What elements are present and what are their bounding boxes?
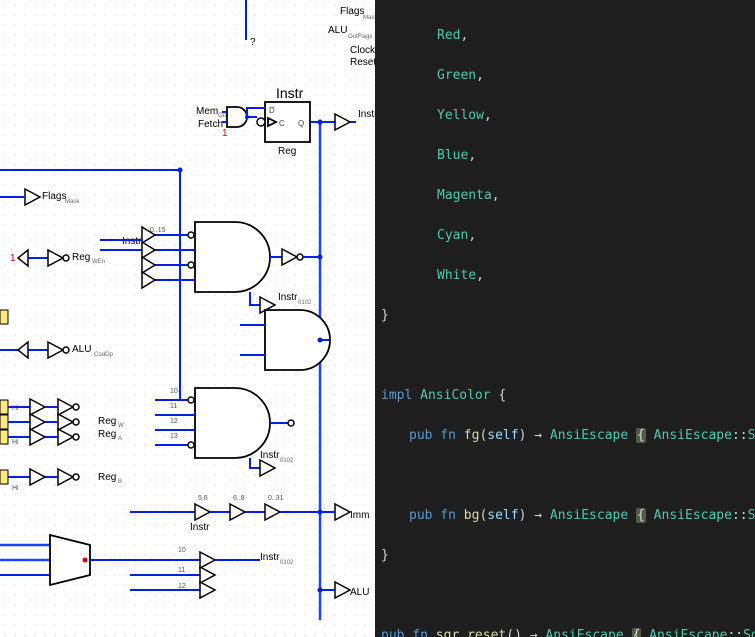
label-flags-top: Flags xyxy=(340,6,364,17)
code-line: Blue, xyxy=(381,146,755,166)
instr-lower: Instr xyxy=(190,522,210,533)
code-line: pub fn fg(self) → AnsiEscape { AnsiEscap… xyxy=(381,426,755,446)
rega-label: Reg xyxy=(98,429,116,440)
code-line xyxy=(381,346,755,366)
code-line: } xyxy=(381,306,755,326)
large-and-gate-3[interactable] xyxy=(195,388,270,458)
inverter-alucodop[interactable] xyxy=(48,342,63,358)
buffer-instr-out[interactable] xyxy=(335,114,350,130)
code-line: Green, xyxy=(381,66,755,86)
inverter-regwen[interactable] xyxy=(48,250,63,266)
bits-68: 6..8 xyxy=(233,495,245,502)
regb-label: Reg xyxy=(98,472,116,483)
instr0102-b-sub: 0102 xyxy=(280,458,294,464)
regwen-label: Reg xyxy=(72,252,90,263)
label-flags-top-sub: Mask xyxy=(363,15,375,21)
buf-instr-1[interactable] xyxy=(195,504,210,520)
alu-tag: ALU xyxy=(350,587,369,598)
alucodop-sub: CodOp xyxy=(94,352,114,358)
instr-lbl-a: Instr xyxy=(122,236,142,247)
circuit-svg[interactable]: Flags Mask ALU OutFlags Clock Reset ? In… xyxy=(0,0,375,637)
label-alu-outflags-sub: OutFlags xyxy=(348,34,372,40)
regb-sub: B xyxy=(118,479,122,485)
imm-label: Imm xyxy=(350,510,369,521)
bits-12: 12 xyxy=(170,418,178,425)
pin-hi-1[interactable] xyxy=(0,415,8,429)
code-line: Cyan, xyxy=(381,226,755,246)
circuit-diagram-panel[interactable]: Flags Mask ALU OutFlags Clock Reset ? In… xyxy=(0,0,375,637)
pin-hi-2[interactable] xyxy=(0,430,8,444)
buf-instr-3[interactable] xyxy=(265,504,280,520)
large-and-gate-1[interactable] xyxy=(195,222,270,292)
reg-label-under: Reg xyxy=(278,146,296,157)
inverter-after-and1[interactable] xyxy=(282,249,297,265)
pin-hi-0[interactable] xyxy=(0,400,8,414)
fetch-label: Fetch xyxy=(198,119,223,130)
d-pin: D xyxy=(269,106,275,115)
buffer-instr0102-b[interactable] xyxy=(260,460,275,476)
regw-sub: W xyxy=(118,423,124,429)
code-line: pub fn sgr_reset() → AnsiEscape { AnsiEs… xyxy=(381,626,755,637)
pin-regb[interactable] xyxy=(0,470,8,484)
bits-10: 10 xyxy=(170,388,178,395)
regw-label: Reg xyxy=(98,416,116,427)
bits-10b: 10 xyxy=(178,547,186,554)
and-gate-small-top[interactable] xyxy=(227,107,247,127)
buffer-flagsmask[interactable] xyxy=(25,189,40,205)
regwen-sub: WEn xyxy=(92,259,105,265)
memout-label: Mem xyxy=(196,106,218,117)
rega-sub: A xyxy=(118,436,122,442)
label-reset: Reset xyxy=(350,57,375,68)
instr0102-b: Instr xyxy=(260,450,280,461)
code-line xyxy=(381,466,755,486)
code-line: Magenta, xyxy=(381,186,755,206)
code-editor-panel[interactable]: Red, Green, Yellow, Blue, Magenta, Cyan,… xyxy=(375,0,755,637)
code-line: White, xyxy=(381,266,755,286)
code-line: } xyxy=(381,546,755,566)
buf-instr-2[interactable] xyxy=(230,504,245,520)
tri-regwen-in[interactable] xyxy=(18,250,28,266)
hi0102-b: Hi xyxy=(12,439,19,446)
flagsmask-sub: Mask xyxy=(65,199,80,205)
bits-031: 0..31 xyxy=(268,495,284,502)
label-alu-outflags: ALU xyxy=(328,25,347,36)
instr0102-a: Instr xyxy=(278,292,298,303)
code-line: impl AnsiColor { xyxy=(381,386,755,406)
instr-buf-label: Instr xyxy=(358,109,375,120)
code-line xyxy=(381,586,755,606)
c-pin: C xyxy=(279,119,285,128)
code-line: pub fn bg(self) → AnsiEscape { AnsiEscap… xyxy=(381,506,755,526)
one-upper: 1 xyxy=(222,128,228,139)
one-left: 1 xyxy=(10,253,16,264)
code-line: Yellow, xyxy=(381,106,755,126)
code-line: Red, xyxy=(381,26,755,46)
bits-11b: 11 xyxy=(178,567,185,574)
instr-title: Instr xyxy=(276,85,304,101)
instr0102-c: Instr xyxy=(260,552,280,563)
bits-11: 11 xyxy=(170,403,177,410)
q-pin: Q xyxy=(298,119,304,128)
pin-hi0102-a[interactable] xyxy=(0,310,8,324)
instr0102-a-sub: 0102 xyxy=(298,300,312,306)
label-clock: Clock xyxy=(350,45,375,56)
bits-015: 0..15 xyxy=(150,227,166,234)
bits-12b: 12 xyxy=(178,583,186,590)
bits-13: 13 xyxy=(170,433,178,440)
bits-56: 5,6 xyxy=(198,495,208,502)
flagsmask-label: Flags xyxy=(42,191,66,202)
hi0102-c: Hi xyxy=(12,485,19,492)
instr0102-c-sub: 0102 xyxy=(280,560,294,566)
alucodop-label: ALU xyxy=(72,344,91,355)
question-label: ? xyxy=(250,37,256,48)
